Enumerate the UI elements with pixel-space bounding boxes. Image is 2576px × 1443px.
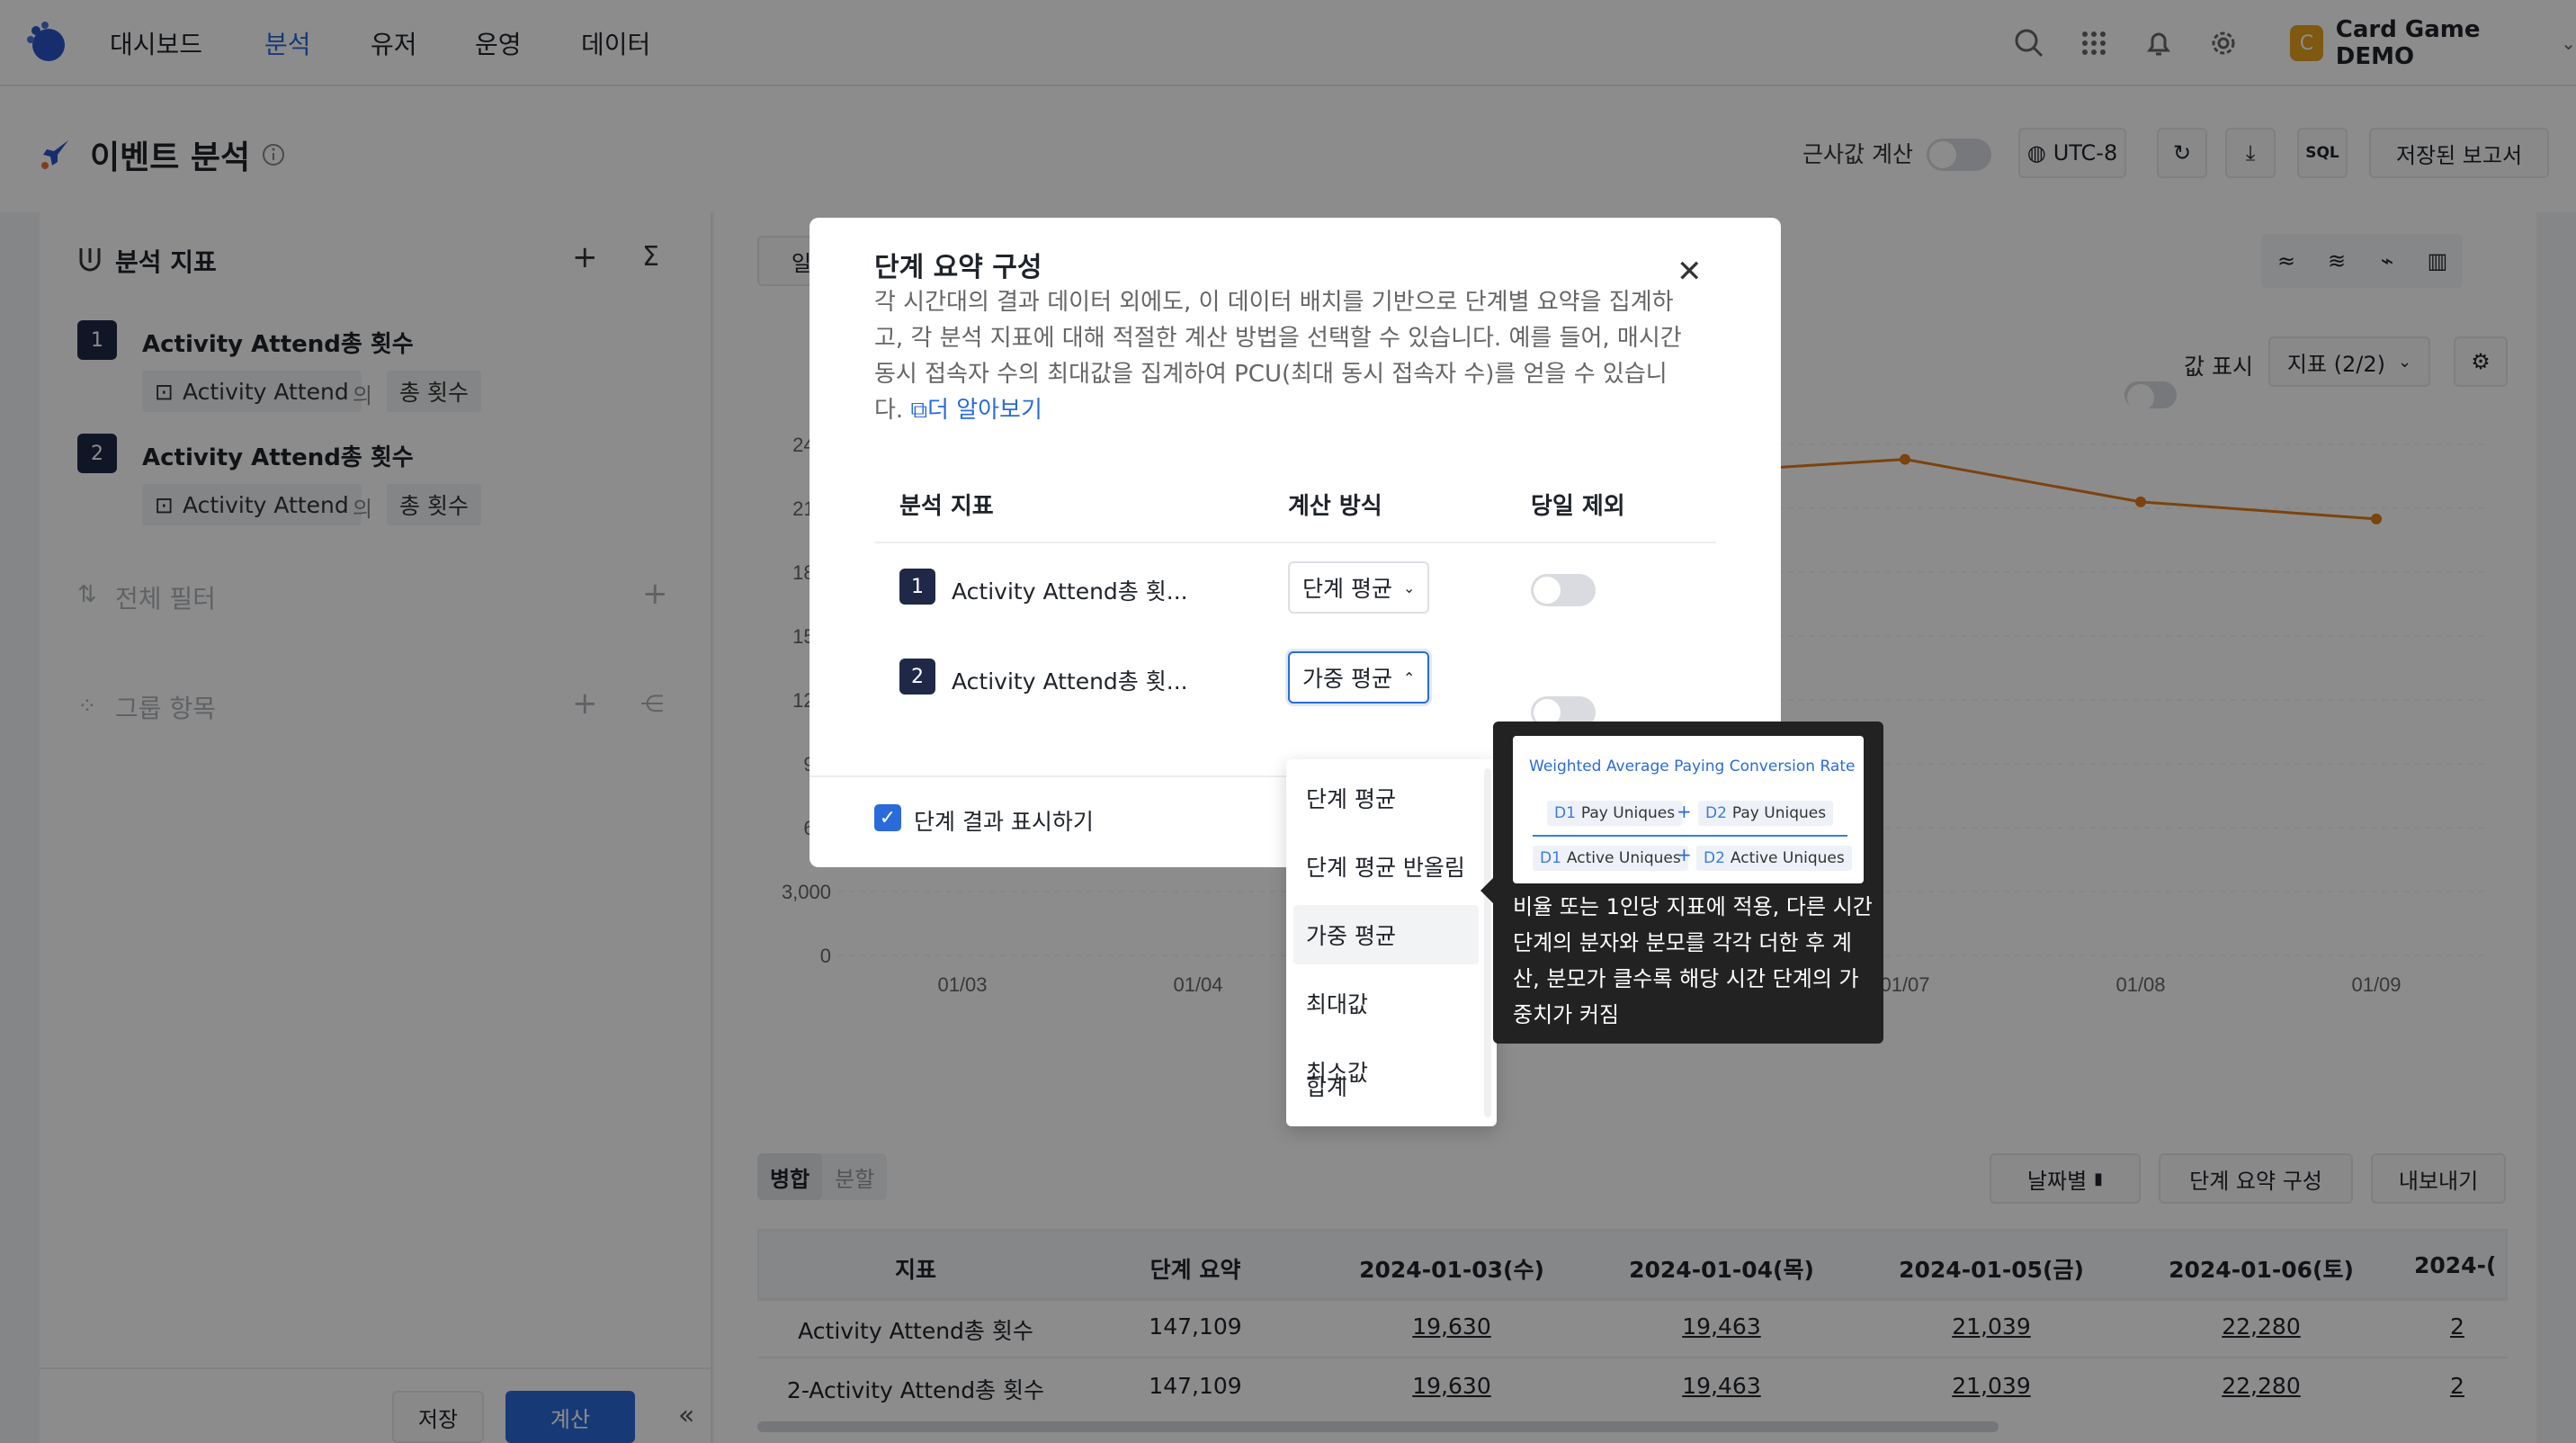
term-label: Pay Uniques xyxy=(1580,804,1676,822)
modal-title: 단계 요약 구성 xyxy=(874,252,1042,283)
method-tooltip: Weighted Average Paying Conversion Rate … xyxy=(1480,722,1883,1044)
plus-icon: + xyxy=(1677,801,1692,822)
show-step-results-checkbox[interactable]: ✓ xyxy=(874,804,901,831)
term-label: Active Uniques xyxy=(1566,849,1681,867)
option-step-average-rounded[interactable]: 단계 평균 반올림 xyxy=(1293,837,1479,896)
row-number-badge: 2 xyxy=(899,659,935,695)
divider xyxy=(874,542,1716,543)
col-exclude-header: 당일 제외 xyxy=(1531,493,1625,520)
option-sum[interactable]: 합계 xyxy=(1293,1056,1479,1116)
tooltip-arrow xyxy=(1480,878,1493,903)
dropdown-scrollbar[interactable] xyxy=(1484,768,1491,1117)
denominator-term: D1 Active Uniques xyxy=(1533,846,1688,871)
row-metric-name: Activity Attend총 횟... xyxy=(952,578,1188,605)
method-select-value: 단계 평균 xyxy=(1302,576,1392,602)
learn-more-link[interactable]: ⧉더 알아보기 xyxy=(910,397,1042,424)
fraction-line xyxy=(1533,835,1847,837)
plus-icon: + xyxy=(1677,844,1692,865)
numerator-term: D2 Pay Uniques xyxy=(1698,801,1834,826)
exclude-today-toggle[interactable] xyxy=(1531,574,1596,606)
option-weighted-average[interactable]: 가중 평균 xyxy=(1293,905,1479,964)
row-metric-name: Activity Attend총 횟... xyxy=(952,668,1188,695)
chevron-down-icon: ⌄ xyxy=(1402,578,1416,596)
term-tag: D2 xyxy=(1704,849,1725,867)
learn-more-label: 더 알아보기 xyxy=(927,397,1042,424)
tooltip-text: 비율 또는 1인당 지표에 적용, 다른 시간 단계의 분자와 분모를 각각 더… xyxy=(1513,894,1873,1027)
col-metric-header: 분석 지표 xyxy=(899,493,994,520)
formula-title: Weighted Average Paying Conversion Rate xyxy=(1529,757,1856,775)
chevron-up-icon: ⌃ xyxy=(1402,668,1416,686)
denominator-term: D2 Active Uniques xyxy=(1696,846,1852,871)
formula-card: Weighted Average Paying Conversion Rate … xyxy=(1513,736,1864,883)
term-tag: D2 xyxy=(1705,804,1727,822)
term-tag: D1 xyxy=(1540,849,1561,867)
numerator-term: D1 Pay Uniques xyxy=(1547,801,1683,826)
show-step-results-label: 단계 결과 표시하기 xyxy=(914,809,1094,835)
method-select[interactable]: 가중 평균 ⌃ xyxy=(1288,651,1430,704)
modal-description: 각 시간대의 결과 데이터 외에도, 이 데이터 배치를 기반으로 단계별 요약… xyxy=(874,284,1684,428)
external-link-icon: ⧉ xyxy=(910,397,928,424)
option-max[interactable]: 최대값 xyxy=(1293,973,1479,1033)
term-label: Active Uniques xyxy=(1730,849,1845,867)
option-step-average[interactable]: 단계 평균 xyxy=(1293,768,1479,828)
col-method-header: 계산 방식 xyxy=(1288,493,1382,520)
method-select-value: 가중 평균 xyxy=(1302,666,1392,692)
term-label: Pay Uniques xyxy=(1731,804,1827,822)
term-tag: D1 xyxy=(1554,804,1576,822)
method-select[interactable]: 단계 평균 ⌄ xyxy=(1288,561,1430,614)
row-number-badge: 1 xyxy=(899,569,935,605)
